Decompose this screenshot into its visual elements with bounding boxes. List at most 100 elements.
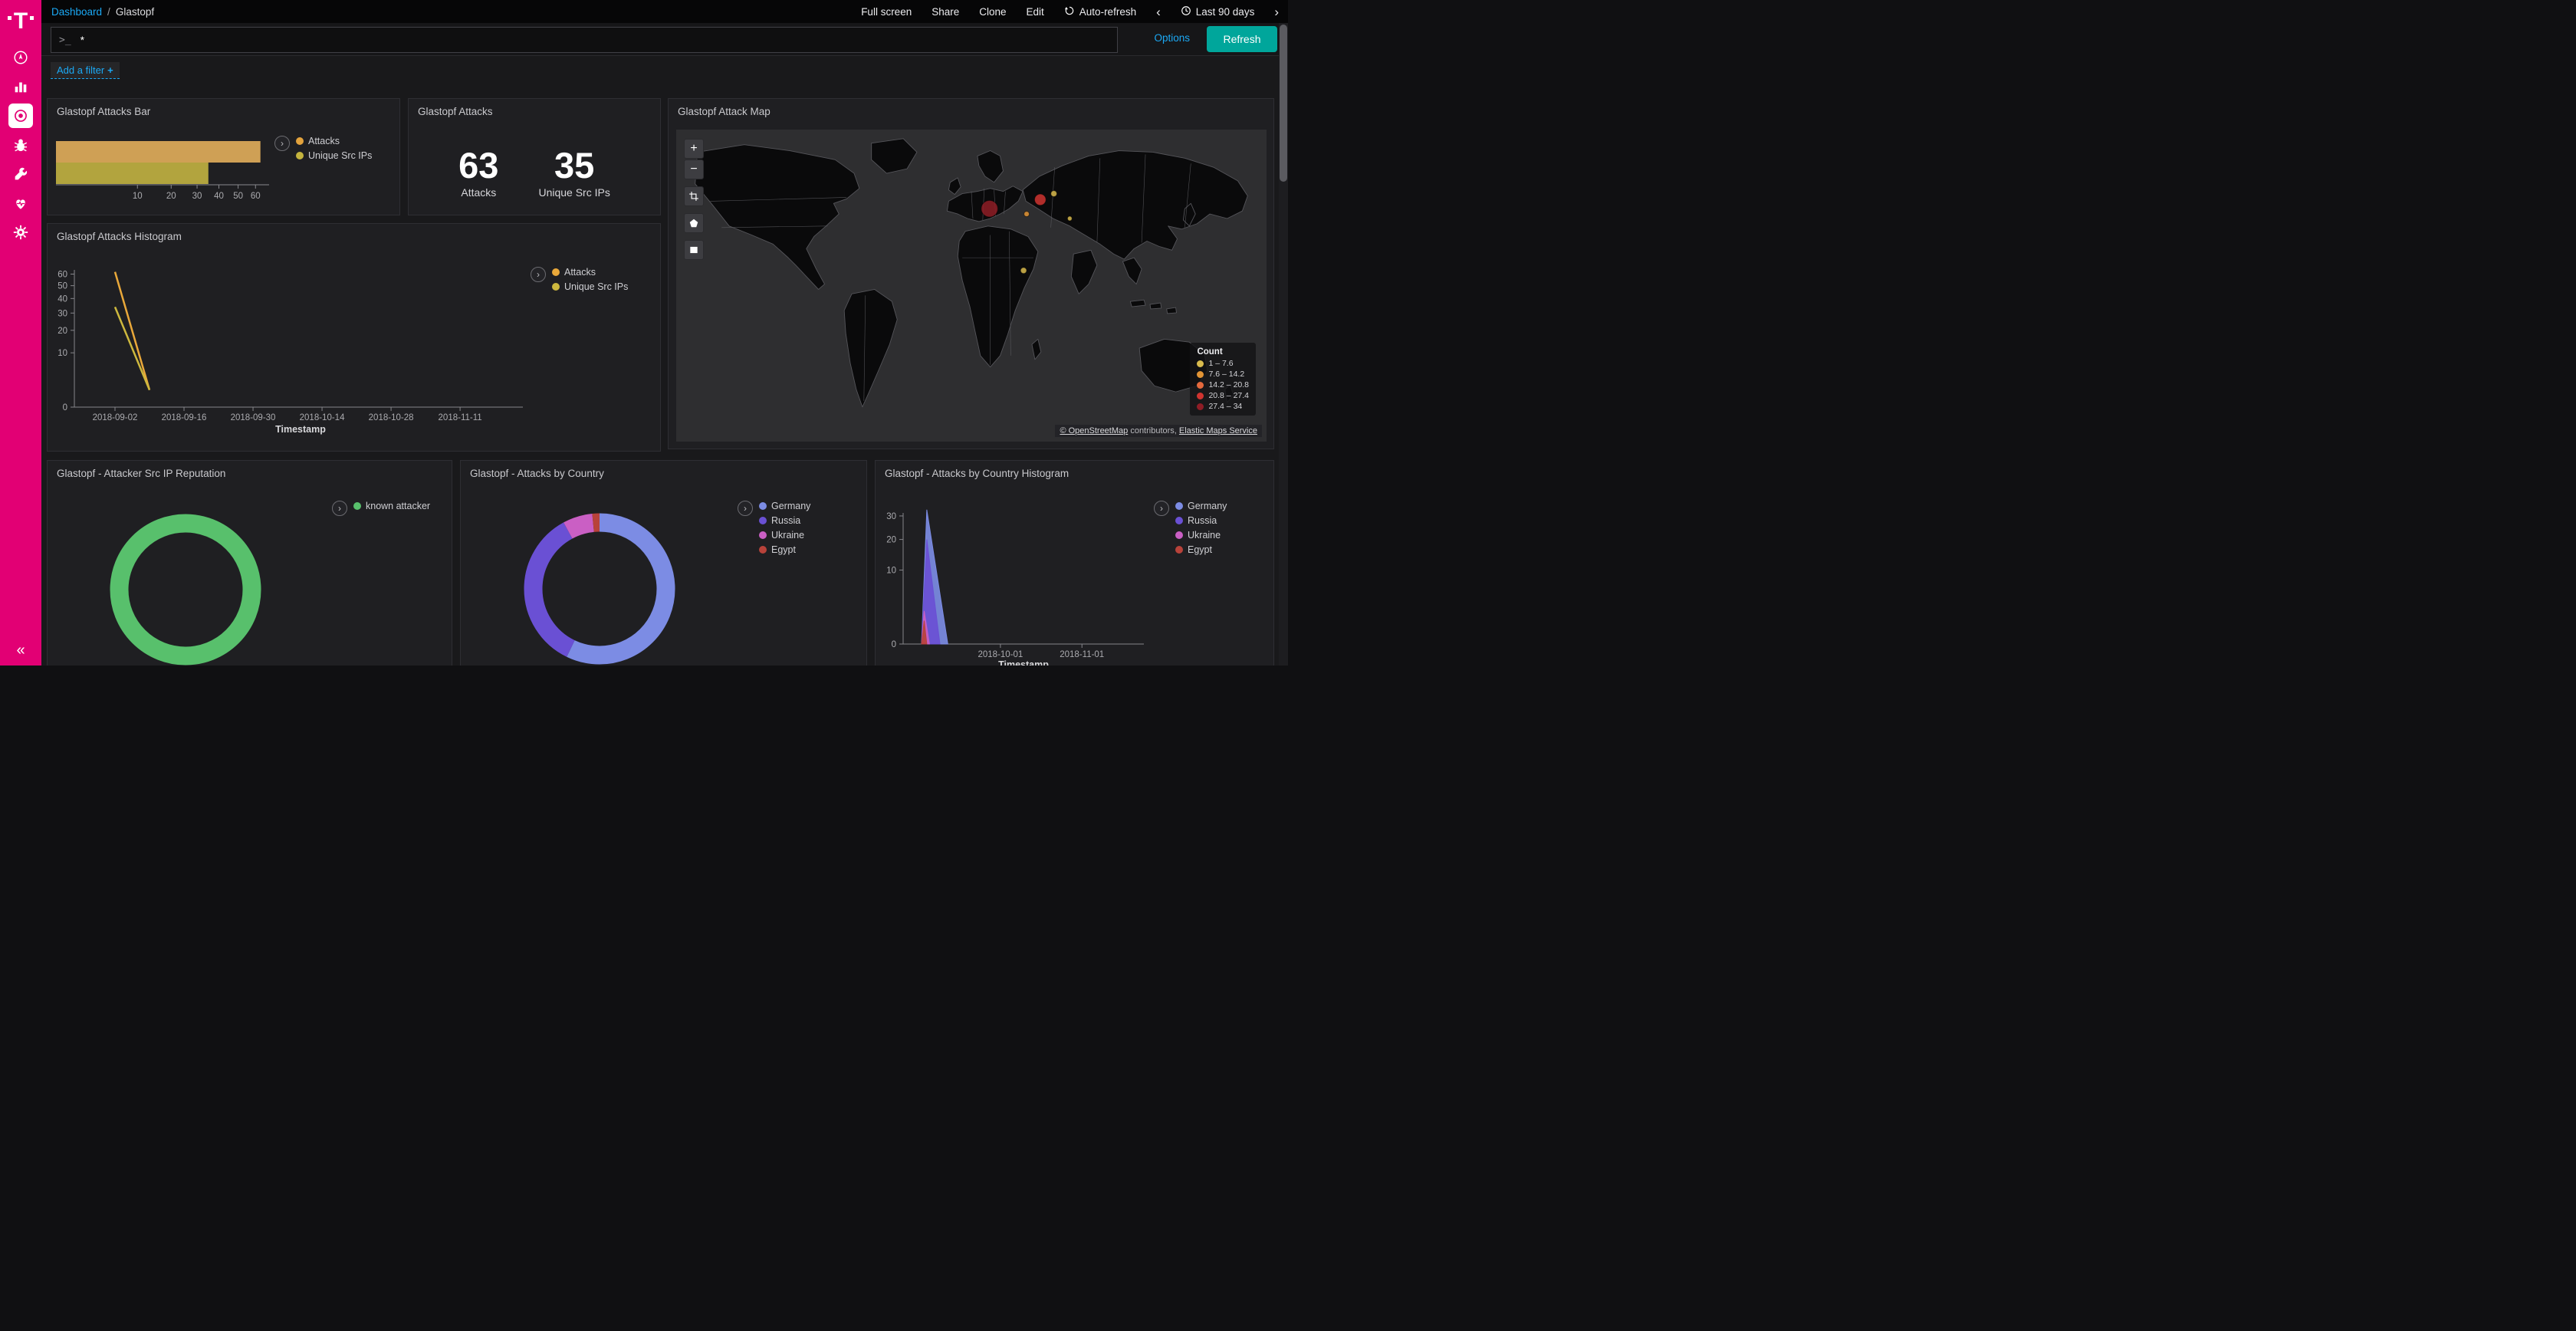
rectangle-icon[interactable] <box>684 240 704 260</box>
map-legend-dot <box>1197 403 1204 410</box>
legend-label: Egypt <box>771 544 796 555</box>
legend-toggle-button[interactable]: › <box>738 501 753 516</box>
legend-item[interactable]: Attacks <box>296 136 372 146</box>
legend-label: Attacks <box>564 267 596 278</box>
collapse-nav-button[interactable]: « <box>0 642 41 659</box>
legend-item[interactable]: Ukraine <box>759 530 810 541</box>
panel-title: Glastopf Attacks <box>418 106 493 117</box>
svg-text:20: 20 <box>166 192 176 201</box>
legend-label: Germany <box>1188 501 1227 511</box>
legend-toggle-button[interactable]: › <box>274 136 290 151</box>
map-legend-dot <box>1197 360 1204 367</box>
world-map[interactable]: + − Count 1 – 7.67.6 – 14.214.2 – 20.820… <box>676 130 1267 442</box>
legend-item[interactable]: Germany <box>759 501 810 511</box>
sidebar-item-monitoring[interactable] <box>0 189 41 218</box>
map-legend-range: 27.4 – 34 <box>1208 402 1242 411</box>
sidebar-item-timelion[interactable] <box>0 130 41 159</box>
legend-toggle-button[interactable]: › <box>1154 501 1169 516</box>
time-range-button[interactable]: Last 90 days <box>1181 5 1255 18</box>
legend-color-dot <box>1175 502 1183 510</box>
osm-link[interactable]: © OpenStreetMap <box>1060 426 1128 435</box>
svg-text:60: 60 <box>58 270 67 279</box>
sidebar-item-management[interactable] <box>0 218 41 247</box>
query-input[interactable] <box>79 33 1109 47</box>
clone-button[interactable]: Clone <box>979 6 1006 18</box>
legend-label: Egypt <box>1188 544 1212 555</box>
legend-items: Attacks Unique Src IPs <box>552 267 628 292</box>
panel-title: Glastopf Attack Map <box>678 106 770 117</box>
legend-item[interactable]: Unique Src IPs <box>296 150 372 161</box>
refresh-button[interactable]: Refresh <box>1207 26 1277 52</box>
legend-label: Russia <box>771 515 800 526</box>
map-legend-dot <box>1197 393 1204 399</box>
legend-label: known attacker <box>366 501 430 511</box>
legend-item[interactable]: Attacks <box>552 267 628 278</box>
kibana-dashboard-app: T <box>0 0 1288 666</box>
time-forward-button[interactable]: › <box>1274 5 1279 18</box>
auto-refresh-button[interactable]: Auto-refresh <box>1064 5 1136 18</box>
map-legend-dot <box>1197 371 1204 378</box>
sidebar-item-dashboard[interactable] <box>0 101 41 130</box>
metric: 35Unique Src IPs <box>538 146 610 199</box>
reputation-donut-chart[interactable] <box>109 513 262 666</box>
sidebar-item-discover[interactable] <box>0 43 41 72</box>
share-button[interactable]: Share <box>932 6 959 18</box>
legend-item[interactable]: Egypt <box>1175 544 1227 555</box>
ems-link[interactable]: Elastic Maps Service <box>1179 426 1257 435</box>
breadcrumb-dashboard-link[interactable]: Dashboard <box>51 6 102 18</box>
telekom-logo[interactable]: T <box>0 0 41 43</box>
gear-icon <box>12 224 29 241</box>
chart-legend: › Germany Russia Ukraine Egypt <box>738 501 810 555</box>
map-count-legend: Count 1 – 7.67.6 – 14.214.2 – 20.820.8 –… <box>1190 343 1256 416</box>
polygon-icon[interactable] <box>684 213 704 233</box>
legend-item[interactable]: Unique Src IPs <box>552 281 628 292</box>
fullscreen-button[interactable]: Full screen <box>861 6 912 18</box>
panel-attacks-histogram: Glastopf Attacks Histogram 0102030405060… <box>47 223 661 452</box>
zoom-in-button[interactable]: + <box>684 139 704 159</box>
map-legend-row: 7.6 – 14.2 <box>1197 370 1249 379</box>
legend-toggle-button[interactable]: › <box>531 267 546 282</box>
page-scrollbar[interactable] <box>1279 23 1288 666</box>
legend-color-dot <box>296 152 304 159</box>
metric-value: 35 <box>538 146 610 184</box>
legend-color-dot <box>759 517 767 524</box>
topnav-actions: Full screen Share Clone Edit Auto-refres… <box>861 5 1288 18</box>
breadcrumb: Dashboard / Glastopf <box>41 6 154 18</box>
time-back-button[interactable]: ‹ <box>1156 5 1161 18</box>
chart-legend: › Attacks Unique Src IPs <box>531 267 628 292</box>
map-legend-range: 20.8 – 27.4 <box>1208 391 1249 400</box>
attacks-histogram-chart[interactable]: 01020304050602018-09-022018-09-162018-09… <box>48 255 554 431</box>
legend-item[interactable]: Russia <box>759 515 810 526</box>
legend-color-dot <box>353 502 361 510</box>
sidebar-item-visualize[interactable] <box>0 72 41 101</box>
svg-text:20: 20 <box>886 536 896 545</box>
attacks-bar-chart[interactable]: 102030405060 <box>48 134 278 208</box>
legend-toggle-button[interactable]: › <box>332 501 347 516</box>
map-legend-range: 1 – 7.6 <box>1208 359 1233 368</box>
legend-item[interactable]: Germany <box>1175 501 1227 511</box>
svg-text:2018-10-01: 2018-10-01 <box>978 650 1023 659</box>
legend-item[interactable]: Russia <box>1175 515 1227 526</box>
country-donut-chart[interactable] <box>523 512 676 666</box>
legend-color-dot <box>552 283 560 291</box>
zoom-out-button[interactable]: − <box>684 159 704 179</box>
logo-dot-right <box>30 16 34 20</box>
edit-button[interactable]: Edit <box>1027 6 1044 18</box>
add-filter-button[interactable]: Add a filter+ <box>51 62 120 79</box>
plus-icon: + <box>107 64 113 76</box>
legend-item[interactable]: known attacker <box>353 501 430 511</box>
crop-icon[interactable] <box>684 186 704 206</box>
legend-label: Russia <box>1188 515 1217 526</box>
country-area-chart[interactable]: 01020302018-10-012018-11-01 <box>876 491 1182 664</box>
panel-country-histogram: Glastopf - Attacks by Country Histogram … <box>875 460 1274 666</box>
query-options-link[interactable]: Options <box>1154 32 1190 44</box>
query-bar: >_ Options Refresh <box>41 23 1288 56</box>
world-map-svg <box>676 130 1267 442</box>
legend-item[interactable]: Egypt <box>759 544 810 555</box>
legend-item[interactable]: Ukraine <box>1175 530 1227 541</box>
scrollbar-thumb[interactable] <box>1280 25 1287 182</box>
map-legend-range: 14.2 – 20.8 <box>1208 380 1249 389</box>
svg-text:40: 40 <box>58 294 67 304</box>
sidebar-item-dev-tools[interactable] <box>0 159 41 189</box>
bar-chart-icon <box>12 78 29 95</box>
